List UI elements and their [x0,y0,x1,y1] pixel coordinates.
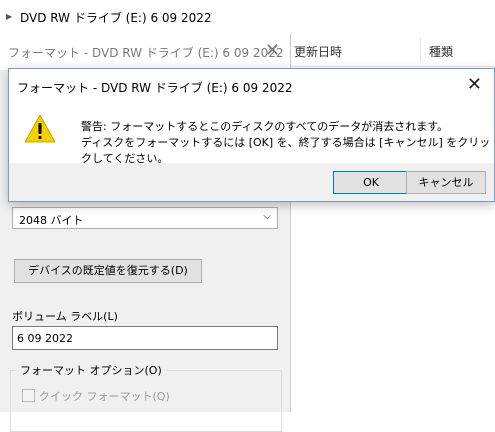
restore-defaults-button[interactable]: デバイスの既定値を復元する(D) [14,259,202,283]
warning-message-line-1: 警告: フォーマットするとこのディスクのすべてのデータが消去されます。 [81,120,449,133]
format-options-label: フォーマット オプション(O) [16,362,166,378]
column-type[interactable]: 種類 [429,43,453,60]
column-modified[interactable]: 更新日時 [294,43,342,60]
message-box-title-bar: フォーマット - DVD RW ドライブ (E:) 6 09 2022 ✕ [9,69,494,101]
explorer-title-bar: ▶ DVD RW ドライブ (E:) 6 09 2022 [0,0,495,35]
warning-message-box: フォーマット - DVD RW ドライブ (E:) 6 09 2022 ✕ 警告… [8,68,495,202]
close-icon[interactable]: ✕ [467,74,482,95]
format-dialog-title-bar: フォーマット - DVD RW ドライブ (E:) 6 09 2022 ✕ [0,34,290,70]
message-box-footer: OK キャンセル [9,163,494,201]
format-dialog-title: フォーマット - DVD RW ドライブ (E:) 6 09 2022 [8,46,284,60]
cancel-button[interactable]: キャンセル [406,171,486,194]
quick-format-checkbox[interactable]: クイック フォーマット(Q) [22,388,170,404]
chevron-right-icon[interactable]: ▶ [6,12,12,21]
ok-button[interactable]: OK [333,171,409,194]
message-box-title: フォーマット - DVD RW ドライブ (E:) 6 09 2022 [17,81,293,95]
checkbox-icon [22,389,35,402]
warning-message-line-2: ディスクをフォーマットするには [OK] を、終了する場合は [キャンセル] を… [81,136,491,165]
quick-format-label: クイック フォーマット(Q) [39,390,170,403]
volume-label-caption: ボリューム ラベル(L) [12,310,118,323]
allocation-unit-value: 2048 バイト [19,214,84,227]
volume-label-input[interactable]: 6 09 2022 [12,326,278,350]
explorer-column-header: 更新日時 種類 [288,34,495,67]
explorer-title: DVD RW ドライブ (E:) 6 09 2022 [20,11,212,25]
chevron-down-icon: ⌵ [263,211,271,222]
warning-icon [24,114,56,143]
close-icon[interactable]: ✕ [265,40,280,61]
column-divider[interactable] [420,38,421,62]
allocation-unit-select[interactable]: 2048 バイト ⌵ [12,207,278,229]
volume-label-value: 6 09 2022 [17,332,73,345]
